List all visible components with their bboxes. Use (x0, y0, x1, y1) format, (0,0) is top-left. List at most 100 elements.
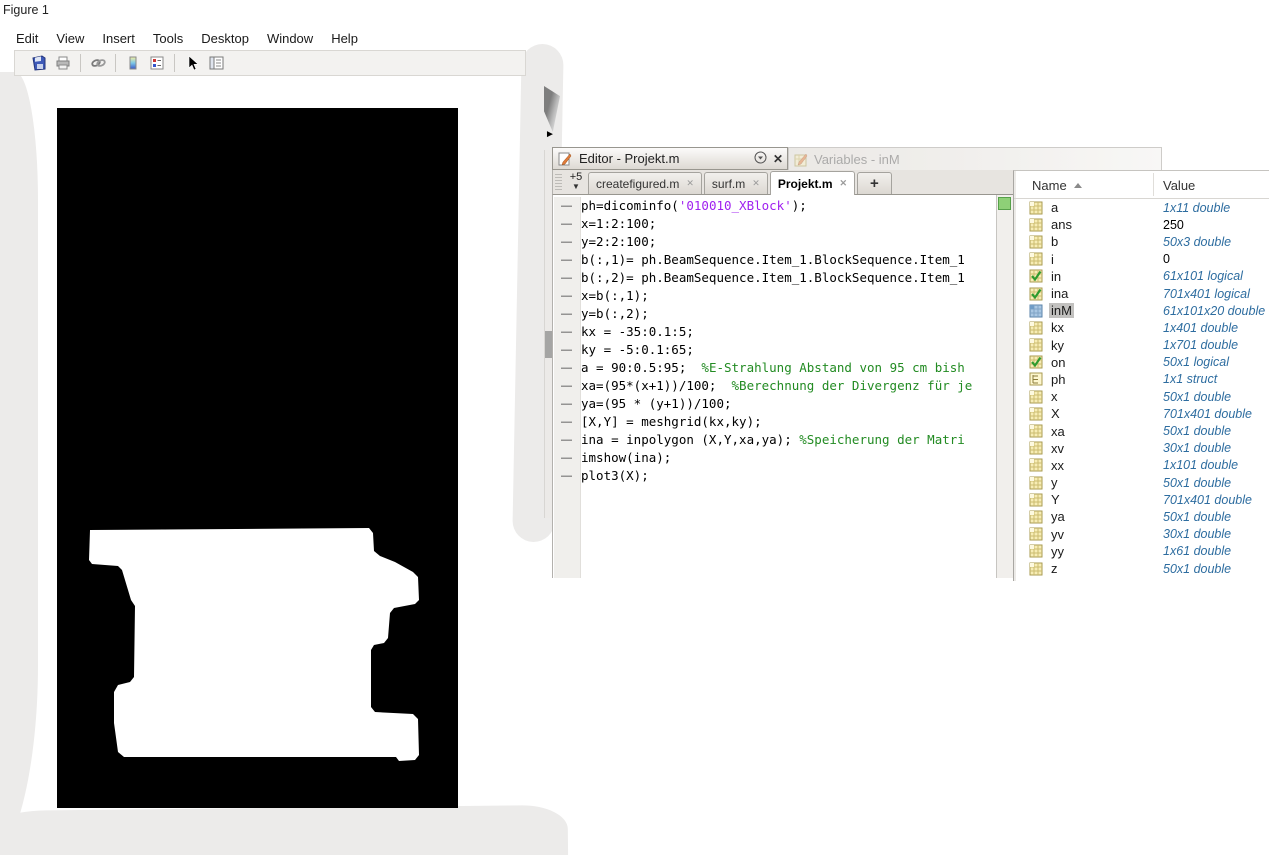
tab-close-icon[interactable]: ✕ (840, 178, 848, 189)
variable-name[interactable]: b (1049, 234, 1060, 249)
variable-value: 1x1 struct (1163, 372, 1217, 386)
variable-row-ans[interactable]: ans250 (1014, 216, 1269, 233)
breakpoint-dash[interactable]: — (554, 287, 580, 305)
variable-name[interactable]: Y (1049, 492, 1062, 507)
variable-row-i[interactable]: i0 (1014, 251, 1269, 268)
variable-name[interactable]: z (1049, 561, 1060, 576)
variable-row-a[interactable]: a 1x11 double (1014, 199, 1269, 216)
editor-tab-Projekt-m[interactable]: Projekt.m✕ (770, 171, 855, 195)
matrix-icon (1029, 321, 1043, 335)
menu-item-help[interactable]: Help (322, 29, 367, 48)
property-inspector-icon[interactable] (207, 54, 225, 72)
variable-row-xx[interactable]: xx1x101 double (1014, 457, 1269, 474)
menu-item-tools[interactable]: Tools (144, 29, 192, 48)
legend-icon[interactable] (148, 54, 166, 72)
breakpoint-dash[interactable]: — (554, 341, 580, 359)
breakpoint-dash[interactable]: — (554, 215, 580, 233)
editor-scrollbar[interactable] (996, 195, 1013, 578)
variable-name[interactable]: ph (1049, 372, 1067, 387)
breakpoint-dash[interactable]: — (554, 467, 580, 485)
breakpoint-dash[interactable]: — (554, 431, 580, 449)
breakpoint-dash[interactable]: — (554, 197, 580, 215)
variable-row-ph[interactable]: ph 1x1 struct (1014, 371, 1269, 388)
variable-name[interactable]: yv (1049, 527, 1066, 542)
variable-row-ky[interactable]: ky1x701 double (1014, 337, 1269, 354)
variable-row-ina[interactable]: ina701x401 logical (1014, 285, 1269, 302)
logical-icon (1029, 355, 1043, 369)
variable-row-on[interactable]: on50x1 logical (1014, 354, 1269, 371)
variable-row-kx[interactable]: kx1x401 double (1014, 319, 1269, 336)
menu-item-insert[interactable]: Insert (93, 29, 144, 48)
column-divider[interactable] (1153, 173, 1154, 196)
editor-dock-menu-button[interactable] (751, 151, 769, 167)
variable-row-inM[interactable]: inM61x101x20 double (1014, 302, 1269, 319)
variable-name[interactable]: yy (1049, 544, 1066, 559)
variable-name[interactable]: ina (1049, 286, 1070, 301)
menu-item-view[interactable]: View (47, 29, 93, 48)
breakpoint-dash[interactable]: — (554, 395, 580, 413)
breakpoint-dash[interactable]: — (554, 413, 580, 431)
colorbar-icon[interactable] (124, 54, 142, 72)
breakpoint-dash[interactable]: — (554, 269, 580, 287)
tab-close-icon[interactable]: ✕ (752, 178, 760, 189)
breakpoint-dash[interactable]: — (554, 233, 580, 251)
variable-name[interactable]: on (1049, 355, 1067, 370)
breakpoint-dash[interactable]: — (554, 305, 580, 323)
variable-value: 50x1 double (1163, 510, 1231, 524)
variable-row-xa[interactable]: xa50x1 double (1014, 422, 1269, 439)
variable-name[interactable]: inM (1049, 303, 1074, 318)
variable-row-X[interactable]: X701x401 double (1014, 405, 1269, 422)
variable-name[interactable]: a (1049, 200, 1060, 215)
hidden-tabs-overflow-button[interactable]: +5▼ (564, 172, 588, 192)
variable-row-yy[interactable]: yy1x61 double (1014, 543, 1269, 560)
variable-name[interactable]: x (1049, 389, 1060, 404)
variable-name[interactable]: y (1049, 475, 1060, 490)
variable-name[interactable]: kx (1049, 320, 1066, 335)
editor-tab-surf-m[interactable]: surf.m✕ (704, 172, 768, 194)
breakpoint-dash[interactable]: — (554, 449, 580, 467)
variable-row-z[interactable]: z50x1 double (1014, 560, 1269, 577)
variable-row-in[interactable]: in61x101 logical (1014, 268, 1269, 285)
variable-value: 1x11 double (1163, 201, 1230, 215)
menu-item-desktop[interactable]: Desktop (192, 29, 258, 48)
variable-name[interactable]: X (1049, 406, 1062, 421)
variable-row-xv[interactable]: xv30x1 double (1014, 440, 1269, 457)
new-tab-button[interactable]: + (857, 172, 892, 194)
editor-titlebar[interactable]: Editor - Projekt.m ✕ (552, 147, 788, 170)
matrix-icon (1029, 338, 1043, 352)
breakpoint-dash[interactable]: — (554, 359, 580, 377)
variable-name[interactable]: xv (1049, 441, 1066, 456)
editor-close-button[interactable]: ✕ (769, 152, 787, 166)
column-header-value[interactable]: Value (1163, 178, 1195, 193)
save-icon[interactable] (30, 54, 48, 72)
tab-close-icon[interactable]: ✕ (686, 178, 694, 189)
editor-code-area[interactable]: ———————————————— ph=dicominfo('010010_XB… (552, 195, 1013, 578)
breakpoint-dash[interactable]: — (554, 323, 580, 341)
matrix-icon (1029, 476, 1043, 490)
variable-name[interactable]: in (1049, 269, 1063, 284)
edit-plot-icon[interactable] (183, 54, 201, 72)
breakpoint-dash[interactable]: — (554, 377, 580, 395)
column-header-name[interactable]: Name (1032, 178, 1067, 193)
variable-row-Y[interactable]: Y701x401 double (1014, 491, 1269, 508)
link-plot-icon[interactable] (89, 54, 107, 72)
toolbar-separator (80, 54, 81, 72)
variable-name[interactable]: i (1049, 252, 1056, 267)
variable-row-y[interactable]: y50x1 double (1014, 474, 1269, 491)
menu-item-window[interactable]: Window (258, 29, 322, 48)
variable-name[interactable]: xa (1049, 424, 1067, 439)
tabbar-grip[interactable] (555, 174, 562, 192)
variable-name[interactable]: ky (1049, 338, 1066, 353)
variable-row-ya[interactable]: ya 50x1 double (1014, 508, 1269, 525)
variable-row-yv[interactable]: yv30x1 double (1014, 526, 1269, 543)
code-line: ph=dicominfo('010010_XBlock'); (581, 197, 996, 215)
print-icon[interactable] (54, 54, 72, 72)
breakpoint-dash[interactable]: — (554, 251, 580, 269)
variable-name[interactable]: ans (1049, 217, 1074, 232)
variable-name[interactable]: xx (1049, 458, 1066, 473)
menu-item-edit[interactable]: Edit (7, 29, 47, 48)
editor-tab-createfigured-m[interactable]: createfigured.m✕ (588, 172, 702, 194)
variable-name[interactable]: ya (1049, 509, 1067, 524)
variable-row-b[interactable]: b50x3 double (1014, 233, 1269, 250)
variable-row-x[interactable]: x50x1 double (1014, 388, 1269, 405)
